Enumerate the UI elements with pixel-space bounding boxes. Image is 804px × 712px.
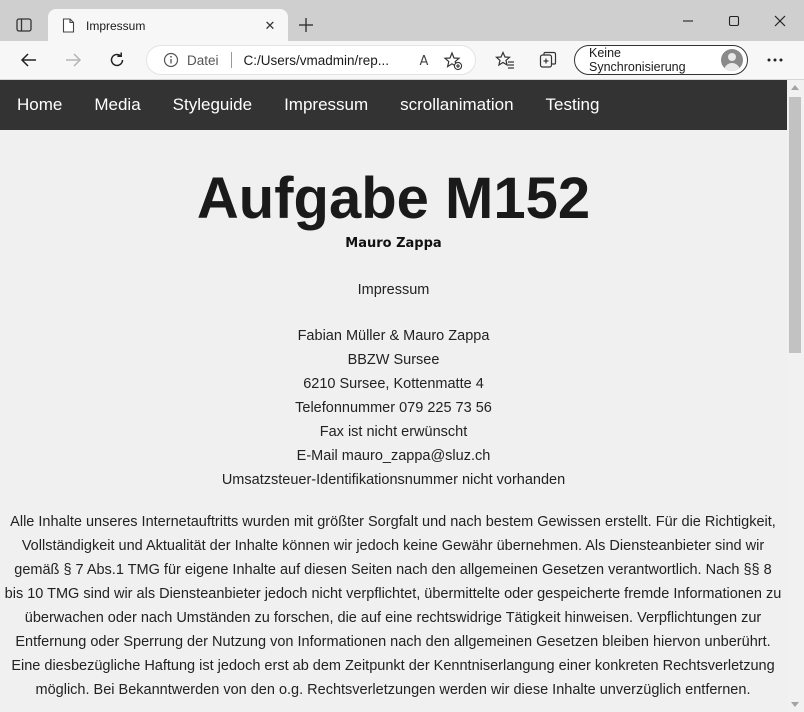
scroll-up-arrow-icon[interactable]: [791, 85, 799, 90]
avatar: [721, 49, 743, 71]
refresh-icon: [110, 52, 124, 67]
tab-actions-icon: [16, 18, 32, 32]
plus-icon: [299, 18, 313, 32]
scheme-label: Datei: [187, 52, 219, 68]
info-icon[interactable]: [163, 52, 179, 68]
collections-icon: [539, 51, 557, 68]
scrollbar-thumb[interactable]: [789, 97, 801, 353]
section-heading: Impressum: [357, 282, 430, 298]
forward-arrow-icon: [66, 53, 82, 67]
nav-link-scrollanimation[interactable]: scrollanimation: [384, 80, 529, 130]
read-aloud-label: A: [419, 53, 429, 69]
settings-menu-button[interactable]: [760, 46, 790, 74]
favorites-icon: [495, 51, 514, 69]
close-icon: [774, 15, 786, 27]
disclaimer-paragraph: Alle Inhalte unseres Internetauftritts w…: [4, 514, 782, 698]
contact-fax: Fax ist nicht erwünscht: [319, 424, 468, 440]
minimize-icon: [683, 20, 693, 22]
tab-close-button[interactable]: ✕: [260, 16, 280, 36]
nav-link-impressum[interactable]: Impressum: [268, 80, 384, 130]
url-text[interactable]: C:/Users/vmadmin/rep...: [244, 53, 390, 68]
back-button[interactable]: [14, 46, 44, 74]
contact-phone: Telefonnummer 079 225 73 56: [295, 400, 492, 416]
nav-link-media[interactable]: Media: [78, 80, 156, 130]
page-scrollbar[interactable]: [787, 80, 804, 712]
browser-toolbar: Datei C:/Users/vmadmin/rep... A Keine Sy…: [0, 41, 804, 80]
favorites-button[interactable]: [490, 46, 520, 74]
site-navigation: Home Media Styleguide Impressum scrollan…: [0, 80, 787, 130]
tab-title: Impressum: [86, 18, 146, 33]
address-separator: [230, 52, 232, 68]
collections-button[interactable]: [533, 46, 563, 74]
sync-label: Keine Synchronisierung: [589, 46, 686, 74]
nav-link-home[interactable]: Home: [0, 80, 78, 130]
active-tab[interactable]: Impressum ✕: [48, 9, 288, 42]
nav-link-testing[interactable]: Testing: [530, 80, 616, 130]
page-title: Aufgabe M152: [196, 166, 591, 231]
contact-vat-id: Umsatzsteuer-Identifikationsnummer nicht…: [221, 472, 566, 488]
read-aloud-icon[interactable]: A: [415, 52, 433, 70]
more-dots-icon: [767, 58, 783, 62]
maximize-button[interactable]: [711, 6, 757, 36]
refresh-button[interactable]: [102, 46, 132, 74]
address-bar[interactable]: Datei C:/Users/vmadmin/rep... A: [146, 45, 476, 75]
close-window-button[interactable]: [757, 6, 803, 36]
contact-names: Fabian Müller & Mauro Zappa: [297, 328, 490, 344]
page-icon: [60, 18, 76, 34]
contact-email: E-Mail mauro_zappa@sluz.ch: [296, 448, 491, 464]
tab-actions-button[interactable]: [8, 11, 40, 39]
scroll-down-arrow-icon[interactable]: [791, 702, 799, 707]
browser-title-bar: Impressum ✕: [0, 0, 804, 42]
page-viewport: Home Media Styleguide Impressum scrollan…: [0, 80, 787, 712]
contact-institution: BBZW Sursee: [347, 352, 440, 368]
back-arrow-icon: [20, 53, 36, 67]
new-tab-button[interactable]: [293, 12, 319, 38]
contact-block: Fabian Müller & Mauro Zappa BBZW Sursee …: [0, 324, 787, 492]
minimize-button[interactable]: [665, 6, 711, 36]
forward-button[interactable]: [58, 46, 88, 74]
nav-link-styleguide[interactable]: Styleguide: [157, 80, 268, 130]
add-favorite-icon[interactable]: [443, 51, 463, 71]
maximize-icon: [728, 15, 740, 27]
sync-profile-button[interactable]: Keine Synchronisierung: [574, 45, 748, 75]
contact-address: 6210 Sursee, Kottenmatte 4: [303, 376, 484, 392]
author-name: Mauro Zappa: [345, 236, 442, 251]
